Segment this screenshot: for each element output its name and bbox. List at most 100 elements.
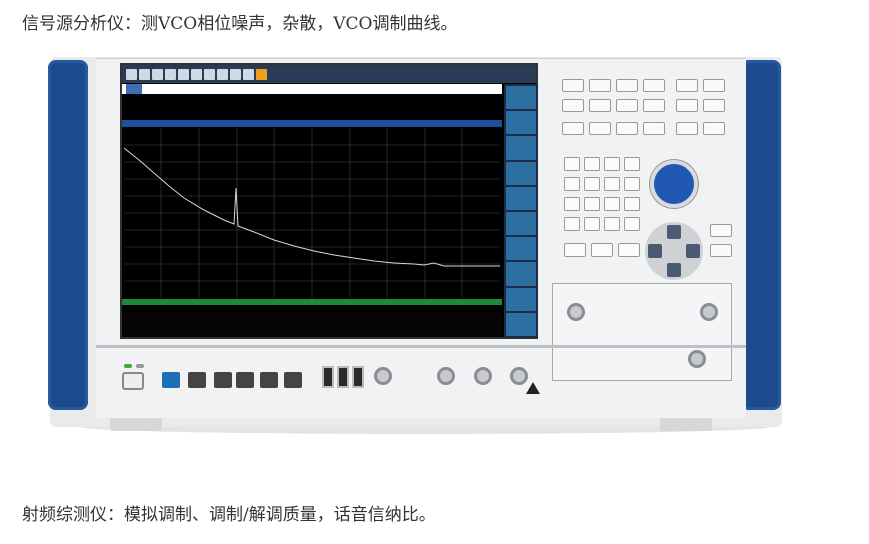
numpad-key bbox=[584, 197, 600, 211]
navigation-pad bbox=[645, 222, 703, 280]
hard-key bbox=[643, 99, 665, 112]
numpad-key bbox=[564, 157, 580, 171]
numpad-key bbox=[624, 217, 640, 231]
system-key bbox=[260, 372, 278, 388]
softkey bbox=[506, 136, 536, 160]
left-side-handle bbox=[48, 60, 88, 410]
system-key bbox=[162, 372, 180, 388]
multiview-bar bbox=[122, 84, 502, 94]
v-aux-connector bbox=[474, 367, 492, 385]
softkey bbox=[506, 212, 536, 236]
numpad-key bbox=[584, 217, 600, 231]
numpad-key bbox=[564, 197, 580, 211]
hard-key bbox=[676, 122, 698, 135]
phase-noise-tab bbox=[126, 84, 142, 94]
numpad-key bbox=[604, 217, 620, 231]
warning-icon bbox=[526, 382, 540, 394]
hard-key bbox=[616, 122, 638, 135]
frequency-labels bbox=[124, 306, 500, 312]
toolbar-icon bbox=[204, 68, 215, 80]
hard-key bbox=[616, 79, 638, 92]
system-key bbox=[284, 372, 302, 388]
numpad-key bbox=[604, 177, 620, 191]
numpad-key bbox=[584, 157, 600, 171]
numpad-key bbox=[564, 177, 580, 191]
toolbar-icon bbox=[165, 68, 176, 80]
arrow-up-icon bbox=[667, 225, 681, 239]
phase-noise-plot bbox=[123, 128, 500, 298]
screen-toolbar bbox=[122, 65, 536, 83]
hard-key bbox=[703, 122, 725, 135]
numpad-key bbox=[618, 243, 640, 257]
rotary-knob bbox=[650, 160, 698, 208]
power-icon bbox=[122, 372, 144, 390]
usb-port bbox=[322, 366, 334, 388]
numpad-key bbox=[604, 197, 620, 211]
numpad-key bbox=[624, 197, 640, 211]
right-side-handle bbox=[741, 60, 781, 410]
numpad-key bbox=[604, 157, 620, 171]
measurement-info bbox=[124, 96, 502, 118]
hard-key bbox=[703, 79, 725, 92]
help-icon bbox=[256, 68, 267, 80]
toolbar-icon bbox=[217, 68, 228, 80]
numpad-key bbox=[624, 177, 640, 191]
softkey bbox=[506, 312, 536, 337]
usb-port bbox=[352, 366, 364, 388]
hard-key bbox=[710, 224, 732, 237]
frequency-bar bbox=[122, 299, 502, 305]
softkey bbox=[506, 262, 536, 286]
integrated-measurements bbox=[122, 313, 502, 337]
hard-key bbox=[589, 122, 611, 135]
system-key bbox=[214, 372, 232, 388]
standby-led bbox=[136, 364, 144, 368]
system-key bbox=[236, 372, 254, 388]
arrow-left-icon bbox=[648, 244, 662, 258]
toolbar-icon bbox=[243, 68, 254, 80]
hard-key bbox=[643, 79, 665, 92]
softkey bbox=[506, 161, 536, 185]
hard-key bbox=[589, 99, 611, 112]
hard-key bbox=[589, 79, 611, 92]
numpad-key bbox=[584, 177, 600, 191]
numpad-key bbox=[564, 243, 586, 257]
trace-header bbox=[122, 120, 502, 127]
softkey bbox=[506, 111, 536, 135]
phase-noise-svg bbox=[123, 128, 500, 298]
arrow-right-icon bbox=[686, 244, 700, 258]
arrow-down-icon bbox=[667, 263, 681, 277]
instrument-screen bbox=[120, 63, 538, 339]
connector-panel bbox=[552, 283, 732, 381]
usb-port bbox=[337, 366, 349, 388]
toolbar-icon bbox=[152, 68, 163, 80]
softkey bbox=[506, 287, 536, 311]
hard-key bbox=[562, 99, 584, 112]
lower-trim bbox=[96, 345, 746, 348]
trigger-connector bbox=[700, 303, 718, 321]
caption-top: 信号源分析仪：测VCO相位噪声，杂散，VCO调制曲线。 bbox=[22, 14, 458, 34]
toolbar-icon bbox=[230, 68, 241, 80]
power-led bbox=[124, 364, 132, 368]
system-key bbox=[188, 372, 206, 388]
hard-key bbox=[616, 99, 638, 112]
softkey bbox=[506, 86, 536, 110]
hard-key bbox=[562, 79, 584, 92]
hard-key bbox=[710, 244, 732, 257]
hard-key bbox=[676, 79, 698, 92]
baseband-input-connector bbox=[567, 303, 585, 321]
toolbar-icon bbox=[178, 68, 189, 80]
softkey-menu bbox=[504, 84, 538, 338]
toolbar-icon bbox=[191, 68, 202, 80]
numpad-key bbox=[591, 243, 613, 257]
toolbar-icon bbox=[139, 68, 150, 80]
hard-key bbox=[643, 122, 665, 135]
caption-bottom: 射频综测仪：模拟调制、调制/解调质量，话音信纳比。 bbox=[22, 505, 436, 525]
hard-key bbox=[562, 122, 584, 135]
hard-key bbox=[703, 99, 725, 112]
hard-key bbox=[676, 99, 698, 112]
softkey bbox=[506, 186, 536, 211]
power-sensor-connector bbox=[374, 367, 392, 385]
v-tune-connector bbox=[437, 367, 455, 385]
softkey bbox=[506, 237, 536, 261]
numpad-key bbox=[564, 217, 580, 231]
